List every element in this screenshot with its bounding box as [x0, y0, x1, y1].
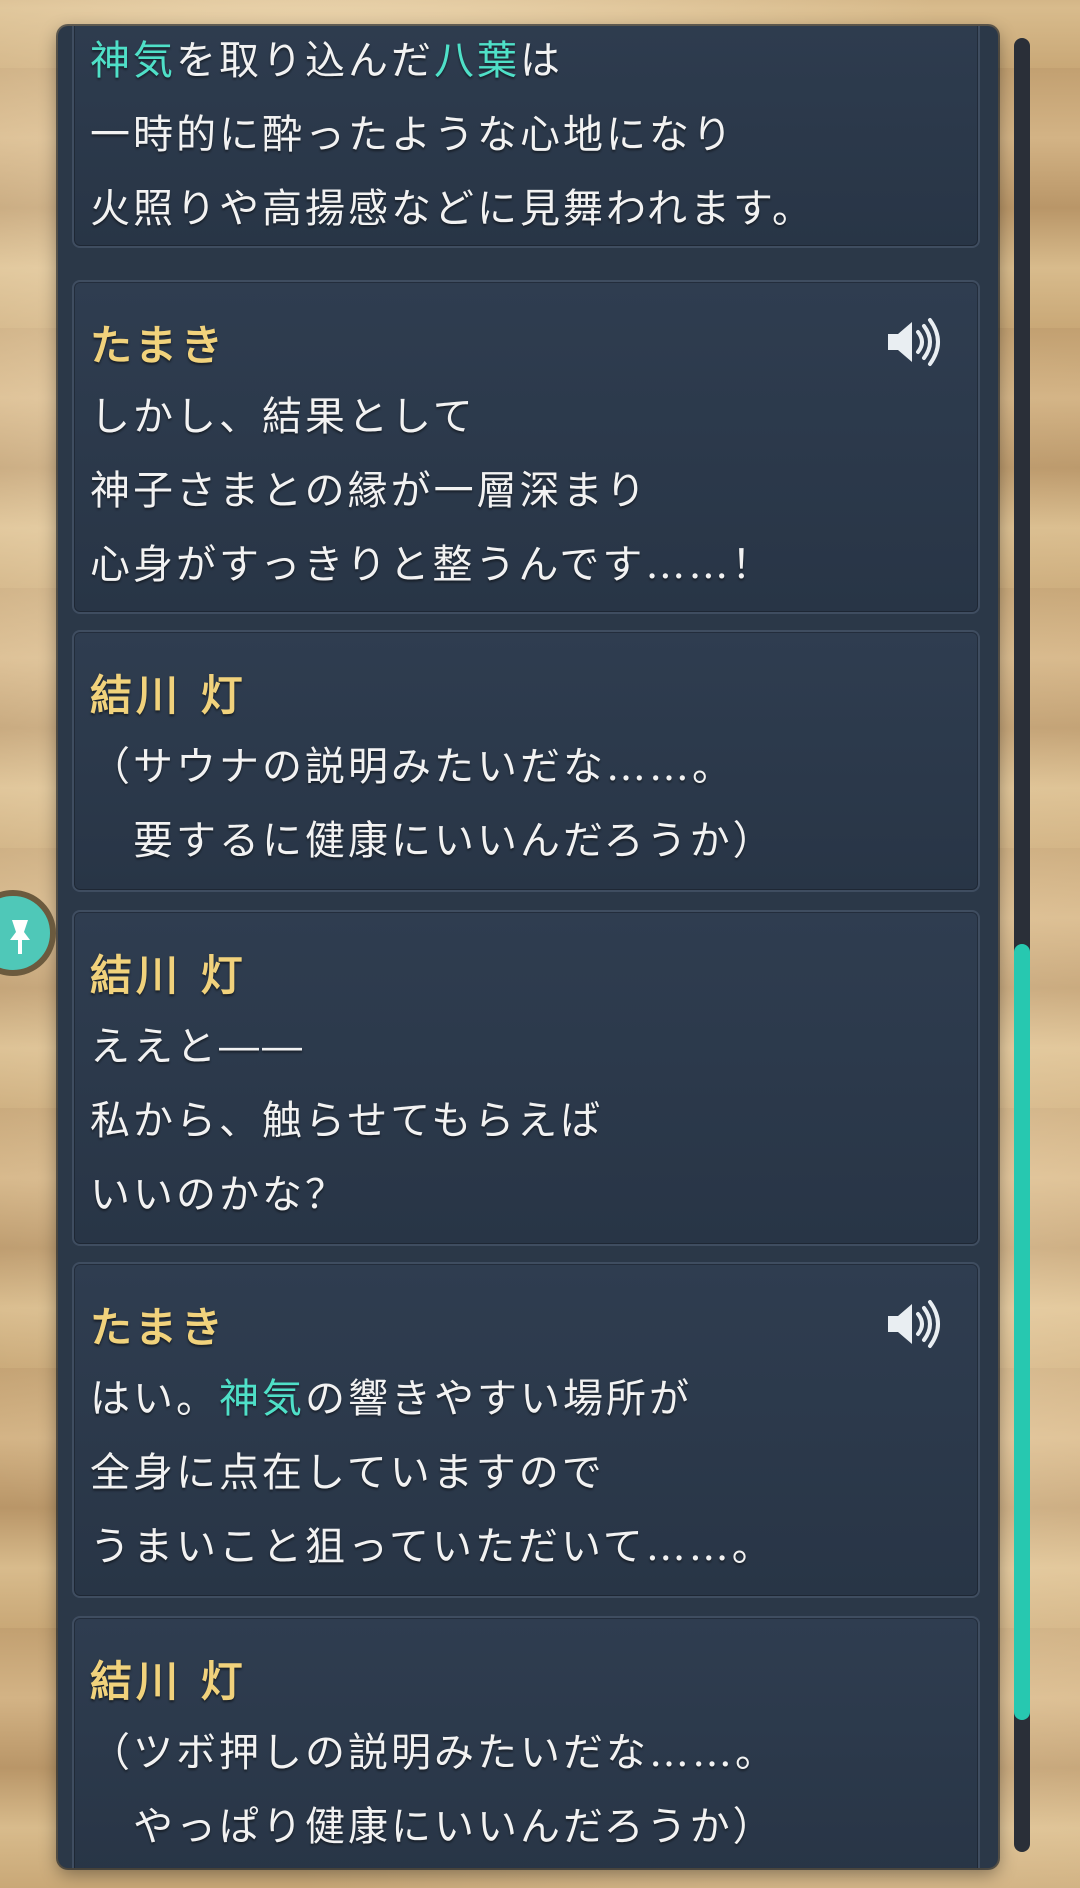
- scrollbar-track[interactable]: [1014, 38, 1030, 1852]
- dialogue-line: 神子さまとの縁が一層深まり: [90, 454, 774, 528]
- line-text: 全身に点在していますので: [90, 1450, 605, 1496]
- log-entry: 神気を取り込んだ八葉は一時的に酔ったような心地になり火照りや高揚感などに見舞われ…: [72, 26, 980, 248]
- dialogue-line: 要するに健康にいいんだろうか）: [90, 804, 776, 878]
- speaker-volume-icon: [888, 318, 940, 366]
- line-text: （ツボ押しの説明みたいだな……。: [90, 1730, 778, 1776]
- log-entry: たまきしかし、結果として神子さまとの縁が一層深まり心身がすっきりと整うんです………: [72, 280, 980, 614]
- line-text: 要するに健康にいいんだろうか）: [90, 818, 776, 864]
- dialogue-line: （サウナの説明みたいだな……。: [90, 730, 776, 804]
- dialogue-line: ええと――: [90, 1010, 603, 1084]
- highlighted-term: 八葉: [434, 38, 520, 84]
- speaker-name: 結川 灯: [90, 951, 247, 1000]
- dialogue-line: 火照りや高揚感などに見舞われます。: [90, 172, 815, 246]
- speaker-volume-icon: [888, 1300, 940, 1348]
- dialogue-line: 神気を取り込んだ八葉は: [90, 26, 815, 98]
- speaker-name: 結川 灯: [90, 671, 247, 720]
- dialogue-text: （ツボ押しの説明みたいだな……。 やっぱり健康にいいんだろうか）: [90, 1716, 778, 1864]
- dialogue-text: （サウナの説明みたいだな……。 要するに健康にいいんだろうか）: [90, 730, 776, 878]
- line-text: うまいこと狙っていただいて……。: [90, 1524, 775, 1570]
- line-text: は: [520, 38, 563, 84]
- log-entry: 結川 灯ええと―― 私から、触らせてもらえば いいのかな？: [72, 910, 980, 1246]
- line-text: 神子さまとの縁が一層深まり: [90, 468, 649, 514]
- dialogue-line: しかし、結果として: [90, 380, 774, 454]
- dialogue-line: （ツボ押しの説明みたいだな……。: [90, 1716, 778, 1790]
- side-tab-button[interactable]: [0, 890, 56, 976]
- line-text: いいのかな？: [90, 1172, 348, 1218]
- voice-replay-button[interactable]: [884, 316, 944, 368]
- log-entry: たまきはい。神気の響きやすい場所が全身に点在していますのでうまいこと狙っていただ…: [72, 1262, 980, 1598]
- line-text: （サウナの説明みたいだな……。: [90, 744, 735, 790]
- dialogue-line: 一時的に酔ったような心地になり: [90, 98, 815, 172]
- scrollbar-thumb[interactable]: [1014, 944, 1030, 1720]
- backlog-list[interactable]: 神気を取り込んだ八葉は 一時的に酔ったような心地になり 火照りや高揚感などに見舞われ…: [58, 26, 998, 1868]
- line-text: 火照りや高揚感などに見舞われます。: [90, 186, 815, 232]
- dialogue-line: いいのかな？: [90, 1158, 603, 1232]
- log-entry: 結川 灯 （サウナの説明みたいだな……。 要するに健康にいいんだろうか）: [72, 630, 980, 892]
- line-text: はい。: [90, 1376, 219, 1422]
- line-text: ええと――: [90, 1024, 305, 1070]
- dialogue-text: はい。神気の響きやすい場所が全身に点在していますのでうまいこと狙っていただいて……: [90, 1362, 775, 1584]
- speaker-name: たまき: [90, 1303, 227, 1352]
- highlighted-term: 神気: [90, 38, 176, 84]
- dialogue-text: ええと―― 私から、触らせてもらえば いいのかな？: [90, 1010, 603, 1232]
- dialogue-line: はい。神気の響きやすい場所が: [90, 1362, 775, 1436]
- backlog-panel: 神気を取り込んだ八葉は 一時的に酔ったような心地になり 火照りや高揚感などに見舞われ…: [58, 26, 998, 1868]
- voice-replay-button[interactable]: [884, 1298, 944, 1350]
- line-text: 一時的に酔ったような心地になり: [90, 112, 735, 158]
- line-text: を取り込んだ: [176, 38, 434, 84]
- line-text: 私から、触らせてもらえば: [90, 1098, 604, 1144]
- line-text: やっぱり健康にいいんだろうか）: [90, 1804, 776, 1850]
- dialogue-line: 心身がすっきりと整うんです……！: [90, 528, 774, 602]
- dialogue-text: しかし、結果として神子さまとの縁が一層深まり心身がすっきりと整うんです……！: [90, 380, 774, 602]
- dialogue-text: 神気を取り込んだ八葉は一時的に酔ったような心地になり火照りや高揚感などに見舞われ…: [90, 26, 815, 246]
- line-text: しかし、結果として: [90, 394, 476, 440]
- dialogue-line: 私から、触らせてもらえば: [90, 1084, 603, 1158]
- dialogue-line: 全身に点在していますので: [90, 1436, 775, 1510]
- speaker-name: 結川 灯: [90, 1657, 247, 1706]
- highlighted-term: 神気: [219, 1376, 305, 1422]
- log-entry: 結川 灯 （ツボ押しの説明みたいだな……。 やっぱり健康にいいんだろうか）: [72, 1616, 980, 1868]
- speaker-name: たまき: [90, 321, 227, 370]
- dialogue-line: うまいこと狙っていただいて……。: [90, 1510, 775, 1584]
- line-text: の響きやすい場所が: [305, 1376, 692, 1422]
- line-text: 心身がすっきりと整うんです……！: [90, 542, 775, 588]
- dialogue-line: やっぱり健康にいいんだろうか）: [90, 1790, 778, 1864]
- pin-icon: [10, 920, 30, 954]
